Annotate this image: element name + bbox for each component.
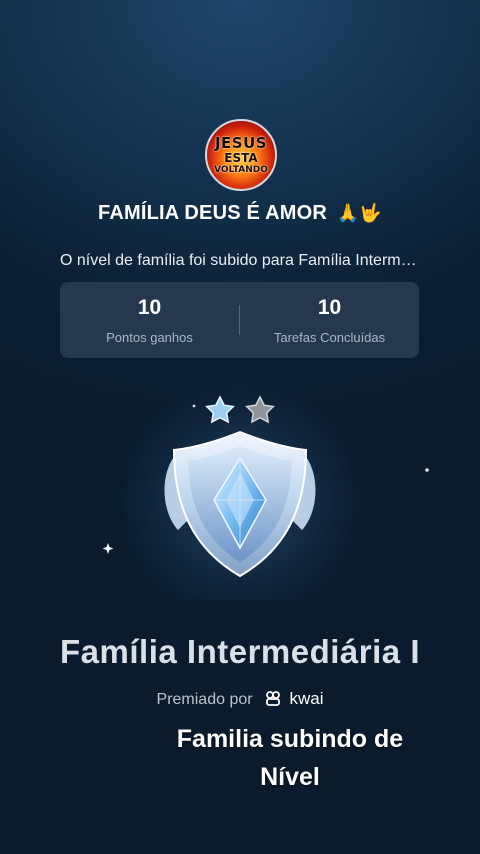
- award-line: Premiado por kwai: [0, 689, 480, 709]
- award-prefix: Premiado por: [156, 691, 253, 708]
- kwai-logo-icon: [266, 691, 280, 706]
- badge-graphic: [102, 380, 429, 600]
- award-brand: kwai: [289, 689, 324, 708]
- level-name: Família Intermediária I: [60, 633, 420, 670]
- video-caption: Familia subindo de Nível: [176, 725, 404, 791]
